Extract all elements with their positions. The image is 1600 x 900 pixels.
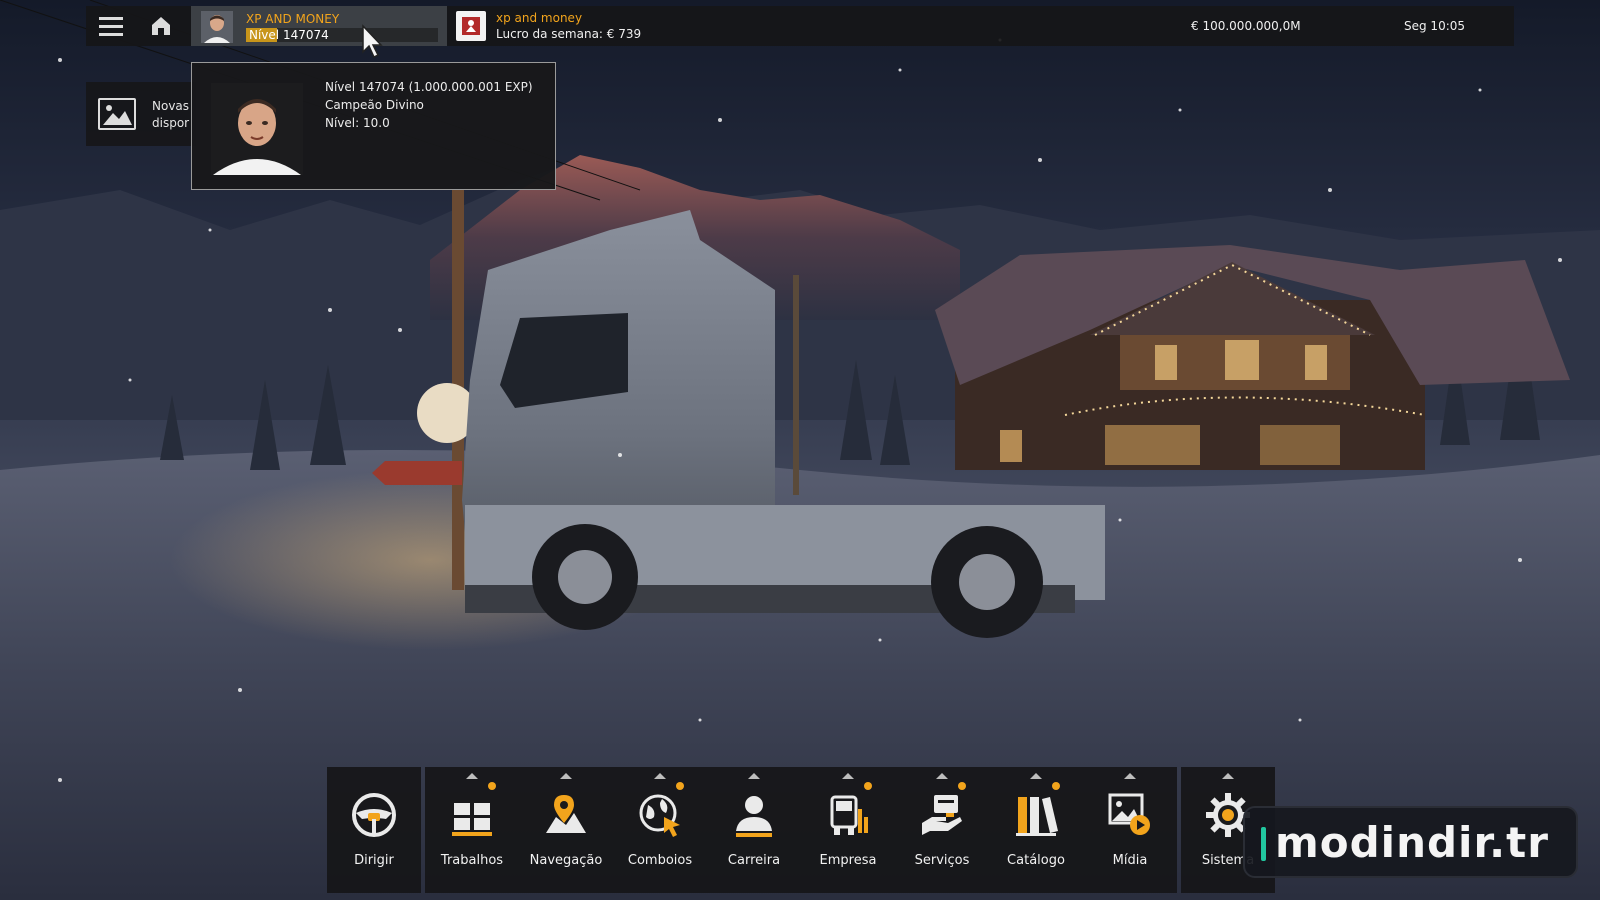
expand-caret-icon: [842, 773, 854, 779]
expand-caret-icon: [560, 773, 572, 779]
mouse-cursor-icon: [362, 24, 383, 59]
dock-label: Comboios: [627, 853, 693, 868]
watermark-logo: modindir.tr: [1243, 806, 1578, 878]
bank-balance: € 100.000.000,0M: [1191, 19, 1301, 33]
cargo-boxes-icon: [452, 803, 492, 836]
expand-caret-icon: [1030, 773, 1042, 779]
dock-label: Serviços: [914, 853, 970, 868]
dock-item-catalogo[interactable]: Catálogo: [989, 767, 1083, 893]
notification-dot: [1052, 782, 1060, 790]
expand-caret-icon: [654, 773, 666, 779]
dock-item-empresa[interactable]: Empresa: [801, 767, 895, 893]
map-pin-icon: [546, 795, 586, 833]
company-name[interactable]: xp and money: [496, 11, 582, 25]
profile-name: XP AND MONEY: [246, 12, 340, 26]
news-line-1: Novas: [152, 99, 190, 113]
globe-convoy-icon: [639, 794, 680, 837]
service-hand-icon: [922, 795, 962, 835]
dock-item-midia[interactable]: Mídia: [1083, 767, 1177, 893]
expand-caret-icon: [936, 773, 948, 779]
dock-label: Navegação: [529, 853, 603, 868]
watermark-text: modindir.tr: [1275, 818, 1549, 867]
notification-dot: [958, 782, 966, 790]
dock-label: Carreira: [727, 853, 781, 868]
expand-caret-icon: [1124, 773, 1136, 779]
dock-label: Catálogo: [1007, 853, 1065, 868]
profile-tooltip: Nível 147074 (1.000.000.001 EXP) Campeão…: [191, 62, 556, 190]
notification-dot: [864, 782, 872, 790]
avatar: [201, 11, 233, 43]
media-play-icon: [1108, 793, 1150, 835]
profile-button[interactable]: XP AND MONEY Nível 147074: [191, 6, 447, 46]
tooltip-title: Campeão Divino: [325, 98, 424, 112]
image-icon: [98, 98, 136, 130]
expand-caret-icon: [1222, 773, 1234, 779]
expand-caret-icon: [748, 773, 760, 779]
notification-dot: [676, 782, 684, 790]
dock-item-carreira[interactable]: Carreira: [707, 767, 801, 893]
home-button[interactable]: [138, 6, 184, 46]
company-logo[interactable]: [456, 11, 486, 41]
company-logo-icon: [462, 17, 480, 35]
level-progress-bar: Nível 147074: [246, 28, 438, 42]
avatar-large: [211, 83, 303, 175]
dock-item-navegacao[interactable]: Navegação: [519, 767, 613, 893]
dock-label: Mídia: [1112, 853, 1148, 868]
hamburger-menu-icon: [99, 24, 123, 28]
tooltip-level-exp: Nível 147074 (1.000.000.001 EXP): [325, 80, 533, 94]
dock-item-trabalhos[interactable]: Trabalhos: [425, 767, 519, 893]
level-label: Nível 147074: [249, 28, 329, 42]
news-line-2: dispor: [152, 116, 190, 130]
tooltip-skill-level: Nível: 10.0: [325, 116, 390, 130]
news-notification[interactable]: Novas dispor: [86, 82, 196, 146]
dock-group-drive: Dirigir: [327, 767, 421, 893]
person-icon: [736, 796, 772, 837]
dock-item-dirigir[interactable]: Dirigir: [327, 767, 421, 893]
truck-company-icon: [830, 795, 868, 835]
watermark-accent-bar: [1261, 827, 1266, 861]
dock-item-comboios[interactable]: Comboios: [613, 767, 707, 893]
top-bar: XP AND MONEY Nível 147074 xp and money L…: [86, 6, 1514, 46]
game-clock: Seg 10:05: [1404, 19, 1466, 33]
dock-group-main: Trabalhos Navegação Comboios Carreira Em…: [425, 767, 1177, 893]
weekly-profit: Lucro da semana: € 739: [496, 27, 642, 41]
home-icon: [152, 17, 170, 35]
dock-label: Empresa: [819, 853, 877, 868]
news-text: Novas dispor: [152, 98, 189, 132]
dock-label: Trabalhos: [440, 853, 504, 868]
hamburger-menu-button[interactable]: [86, 6, 136, 46]
expand-caret-icon: [466, 773, 478, 779]
dock-item-servicos[interactable]: Serviços: [895, 767, 989, 893]
dock-label: Dirigir: [354, 853, 394, 868]
steering-wheel-icon: [352, 793, 396, 837]
books-catalog-icon: [1016, 797, 1058, 836]
notification-dot: [488, 782, 496, 790]
